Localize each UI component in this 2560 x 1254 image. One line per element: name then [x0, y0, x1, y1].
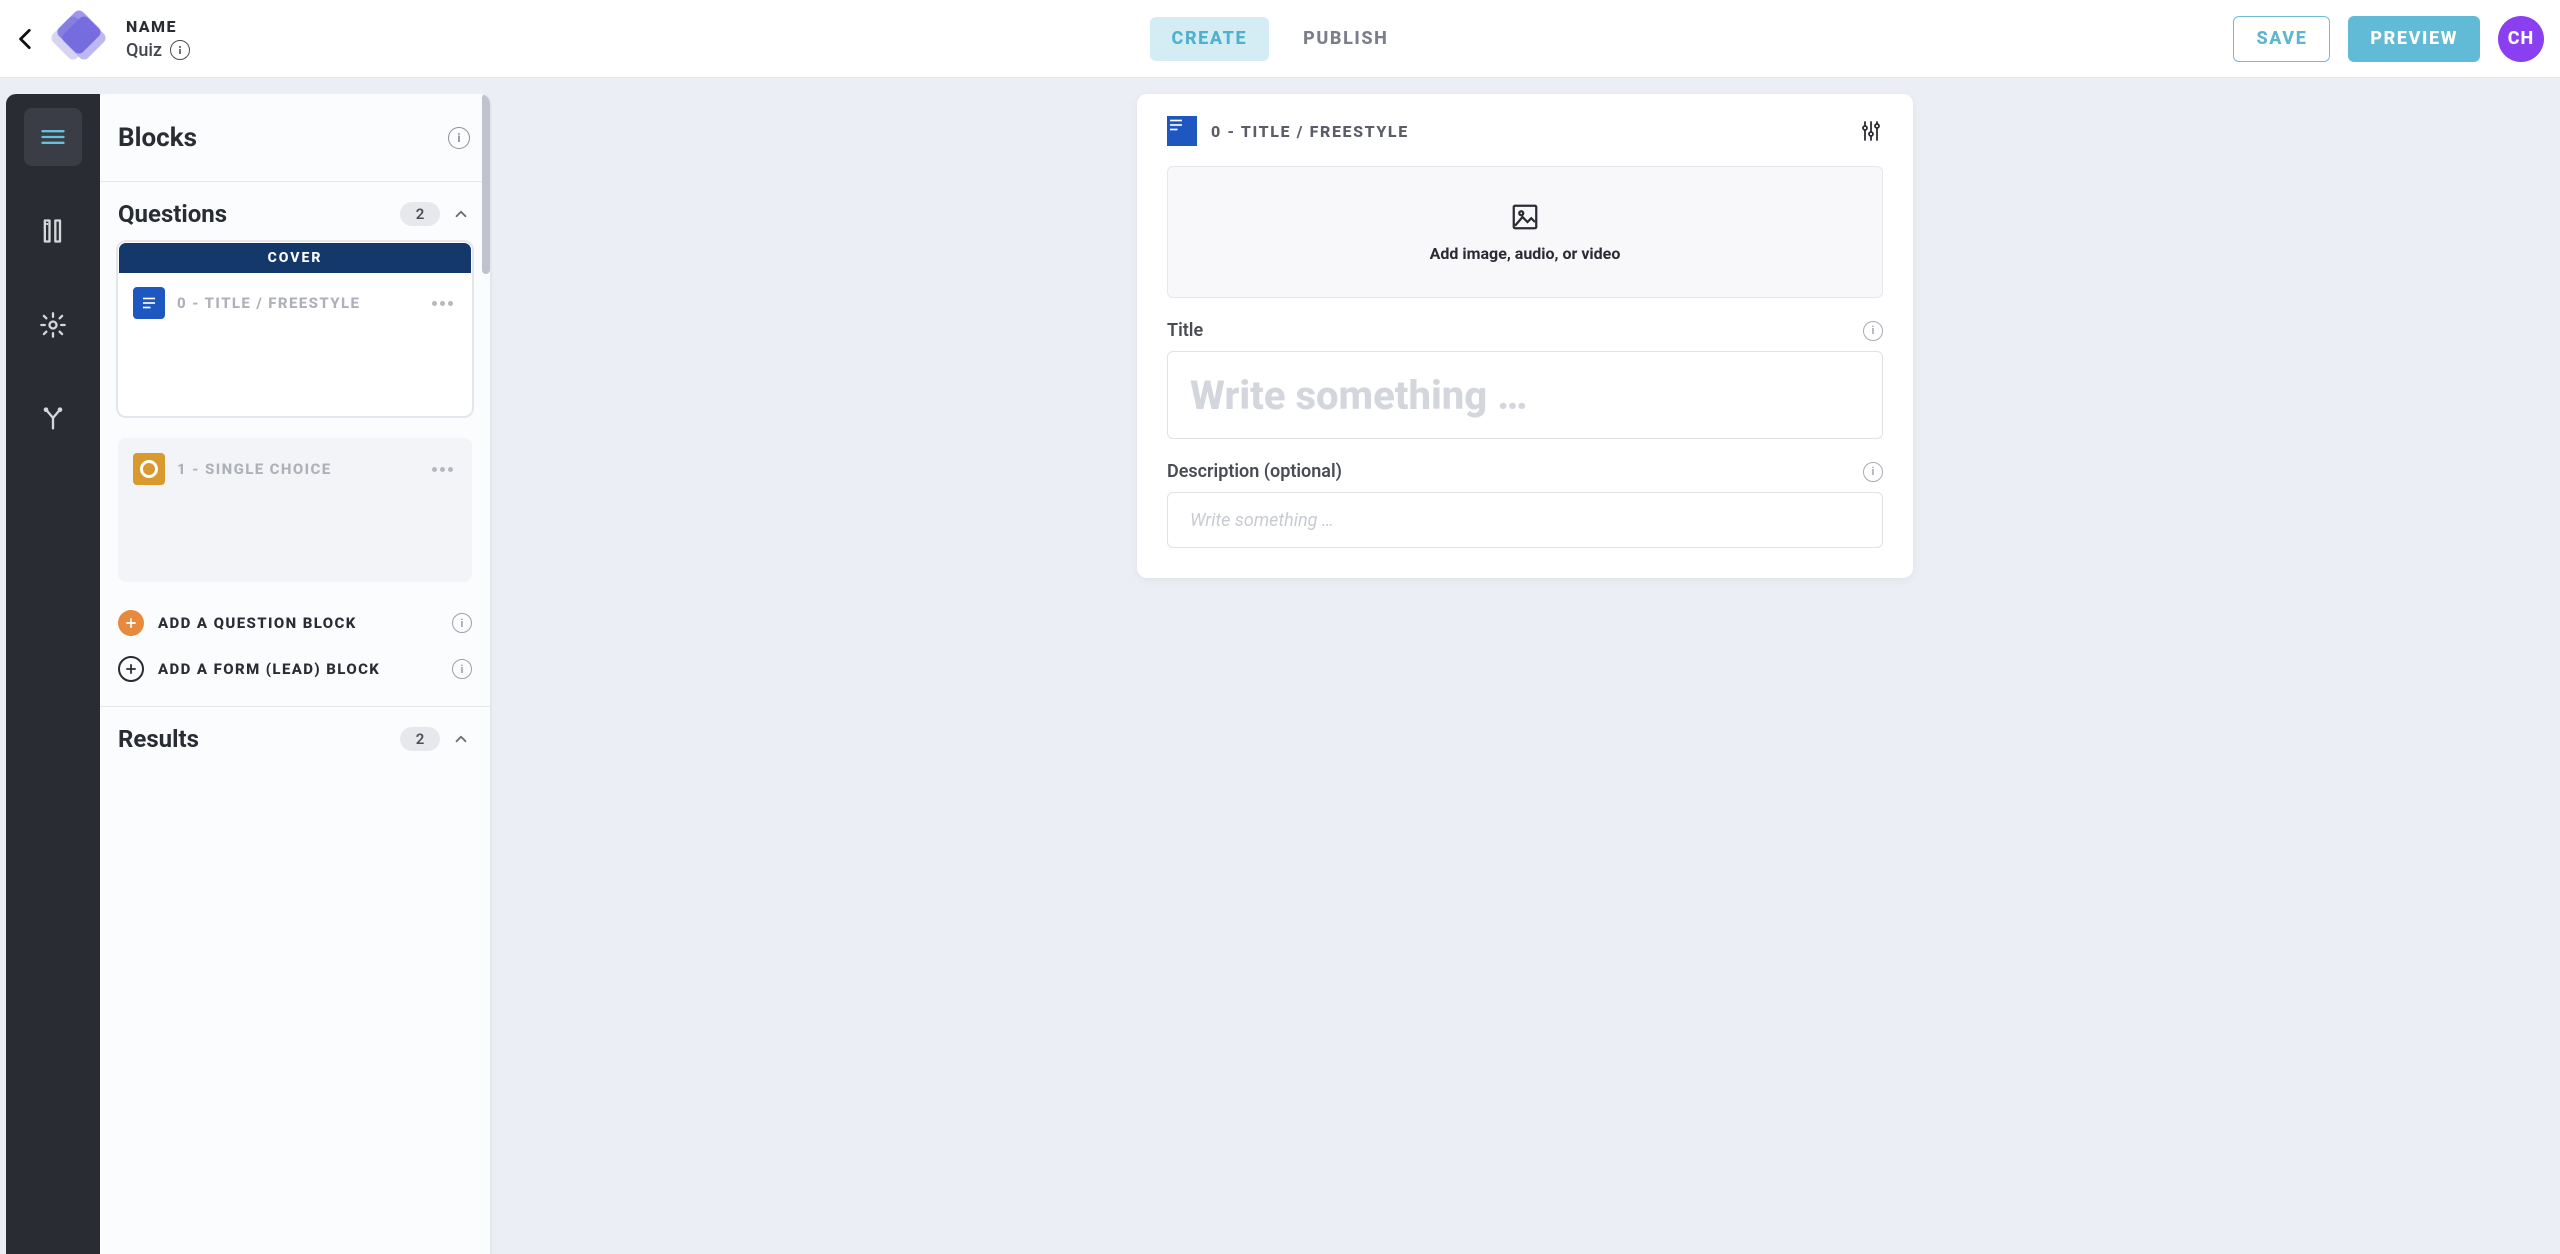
title-block-icon	[133, 287, 165, 319]
section-results[interactable]: Results 2	[100, 707, 490, 761]
single-choice-icon	[133, 453, 165, 485]
block-card-more[interactable]	[428, 463, 457, 476]
title-block-icon	[1167, 116, 1197, 146]
block-card-single-choice[interactable]: 1 - SINGLE CHOICE	[118, 438, 472, 582]
blocks-panel: Blocks i Questions 2 COVER 0 - TITLE / F…	[100, 94, 490, 1254]
save-button[interactable]: SAVE	[2233, 16, 2330, 62]
panel-title: Blocks	[118, 123, 197, 153]
results-count: 2	[400, 727, 440, 751]
add-question-row[interactable]: ADD A QUESTION BLOCK i	[100, 600, 490, 646]
info-icon[interactable]: i	[1863, 462, 1883, 482]
panel-scrollbar[interactable]	[482, 94, 490, 1254]
side-rail	[6, 94, 100, 1254]
panel-info-icon[interactable]: i	[448, 127, 470, 149]
settings-sliders-icon[interactable]	[1859, 119, 1883, 143]
rail-blocks[interactable]	[24, 108, 82, 166]
block-card-label: 1 - SINGLE CHOICE	[177, 460, 416, 478]
editor-card: 0 - TITLE / FREESTYLE Add image, audio, …	[1137, 94, 1913, 578]
top-bar: NAME Quiz CREATE PUBLISH SAVE PREVIEW CH	[0, 0, 2560, 78]
add-question-label: ADD A QUESTION BLOCK	[158, 614, 438, 632]
tab-create[interactable]: CREATE	[1150, 17, 1270, 61]
back-button[interactable]	[10, 23, 42, 55]
preview-button[interactable]: PREVIEW	[2348, 16, 2480, 62]
info-icon[interactable]: i	[452, 613, 472, 633]
title-field: Title i	[1167, 320, 1883, 439]
name-label: NAME	[126, 17, 190, 36]
description-field: Description (optional) i	[1167, 461, 1883, 548]
section-questions-title: Questions	[118, 200, 388, 228]
add-form-label: ADD A FORM (LEAD) BLOCK	[158, 660, 438, 678]
collapse-questions-icon[interactable]	[452, 205, 470, 223]
editor-canvas: 0 - TITLE / FREESTYLE Add image, audio, …	[490, 78, 2560, 1254]
block-card-more[interactable]	[428, 297, 457, 310]
questions-count: 2	[400, 202, 440, 226]
avatar[interactable]: CH	[2498, 16, 2544, 62]
rail-design[interactable]	[24, 202, 82, 260]
tab-publish[interactable]: PUBLISH	[1281, 17, 1410, 61]
title-block: NAME Quiz	[126, 17, 190, 61]
block-card-label: 0 - TITLE / FREESTYLE	[177, 294, 416, 312]
plus-icon	[118, 656, 144, 682]
info-icon[interactable]: i	[452, 659, 472, 679]
title-input[interactable]	[1167, 351, 1883, 439]
plus-icon	[118, 610, 144, 636]
add-media-zone[interactable]: Add image, audio, or video	[1167, 166, 1883, 298]
editor-heading: 0 - TITLE / FREESTYLE	[1211, 122, 1845, 141]
subtitle: Quiz	[126, 40, 162, 61]
workspace: Blocks i Questions 2 COVER 0 - TITLE / F…	[0, 78, 2560, 1254]
title-label: Title	[1167, 320, 1203, 341]
image-icon	[1510, 202, 1540, 232]
info-icon[interactable]	[170, 40, 190, 60]
collapse-results-icon[interactable]	[452, 730, 470, 748]
rail-settings[interactable]	[24, 296, 82, 354]
brand-logo	[52, 15, 110, 63]
description-label: Description (optional)	[1167, 461, 1342, 482]
block-card-cover[interactable]: COVER 0 - TITLE / FREESTYLE	[118, 242, 472, 416]
info-icon[interactable]: i	[1863, 321, 1883, 341]
mode-tabs: CREATE PUBLISH	[0, 0, 2560, 77]
rail-logic[interactable]	[24, 390, 82, 448]
section-questions[interactable]: Questions 2	[100, 182, 490, 236]
add-media-label: Add image, audio, or video	[1430, 244, 1621, 263]
cover-badge: COVER	[119, 243, 471, 273]
section-results-title: Results	[118, 725, 388, 753]
description-input[interactable]	[1167, 492, 1883, 548]
add-form-row[interactable]: ADD A FORM (LEAD) BLOCK i	[100, 646, 490, 692]
